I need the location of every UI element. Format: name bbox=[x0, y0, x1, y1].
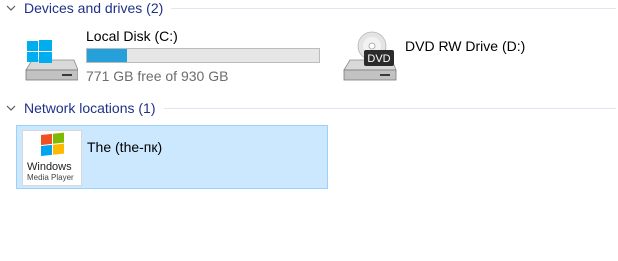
dvd-drive-icon: DVD bbox=[340, 30, 400, 89]
chevron-down-icon[interactable] bbox=[2, 98, 20, 118]
devices-group-title: Devices and drives (2) bbox=[24, 0, 164, 16]
dvd-drive-tile[interactable]: DVD DVD RW Drive (D:) bbox=[338, 24, 598, 88]
windows-drive-icon bbox=[22, 38, 79, 87]
local-disk-label: Local Disk (C:) bbox=[86, 28, 178, 44]
local-disk-capacity-fill bbox=[87, 49, 127, 62]
dvd-badge-text: DVD bbox=[367, 53, 390, 65]
group-divider bbox=[171, 7, 616, 9]
dvd-drive-label: DVD RW Drive (D:) bbox=[405, 38, 526, 54]
devices-group-header[interactable]: Devices and drives (2) bbox=[0, 0, 618, 18]
windows-media-player-icon: Windows Media Player bbox=[22, 130, 82, 186]
network-group-title: Network locations (1) bbox=[24, 100, 156, 116]
local-disk-capacity-bar bbox=[86, 48, 320, 63]
network-location-label: The (the-пк) bbox=[87, 139, 163, 155]
group-divider bbox=[163, 107, 616, 109]
wmp-logo-text: Windows bbox=[27, 161, 72, 173]
network-location-tile[interactable]: Windows Media Player The (the-пк) bbox=[16, 125, 328, 189]
network-group-header[interactable]: Network locations (1) bbox=[0, 98, 618, 118]
local-disk-free-space: 771 GB free of 930 GB bbox=[86, 68, 229, 84]
this-pc-view: Devices and drives (2) Local Disk (C:) 7… bbox=[0, 0, 618, 261]
local-disk-tile[interactable]: Local Disk (C:) 771 GB free of 930 GB bbox=[18, 24, 328, 88]
chevron-down-icon[interactable] bbox=[2, 0, 20, 18]
wmp-logo-subtext: Media Player bbox=[27, 173, 74, 182]
